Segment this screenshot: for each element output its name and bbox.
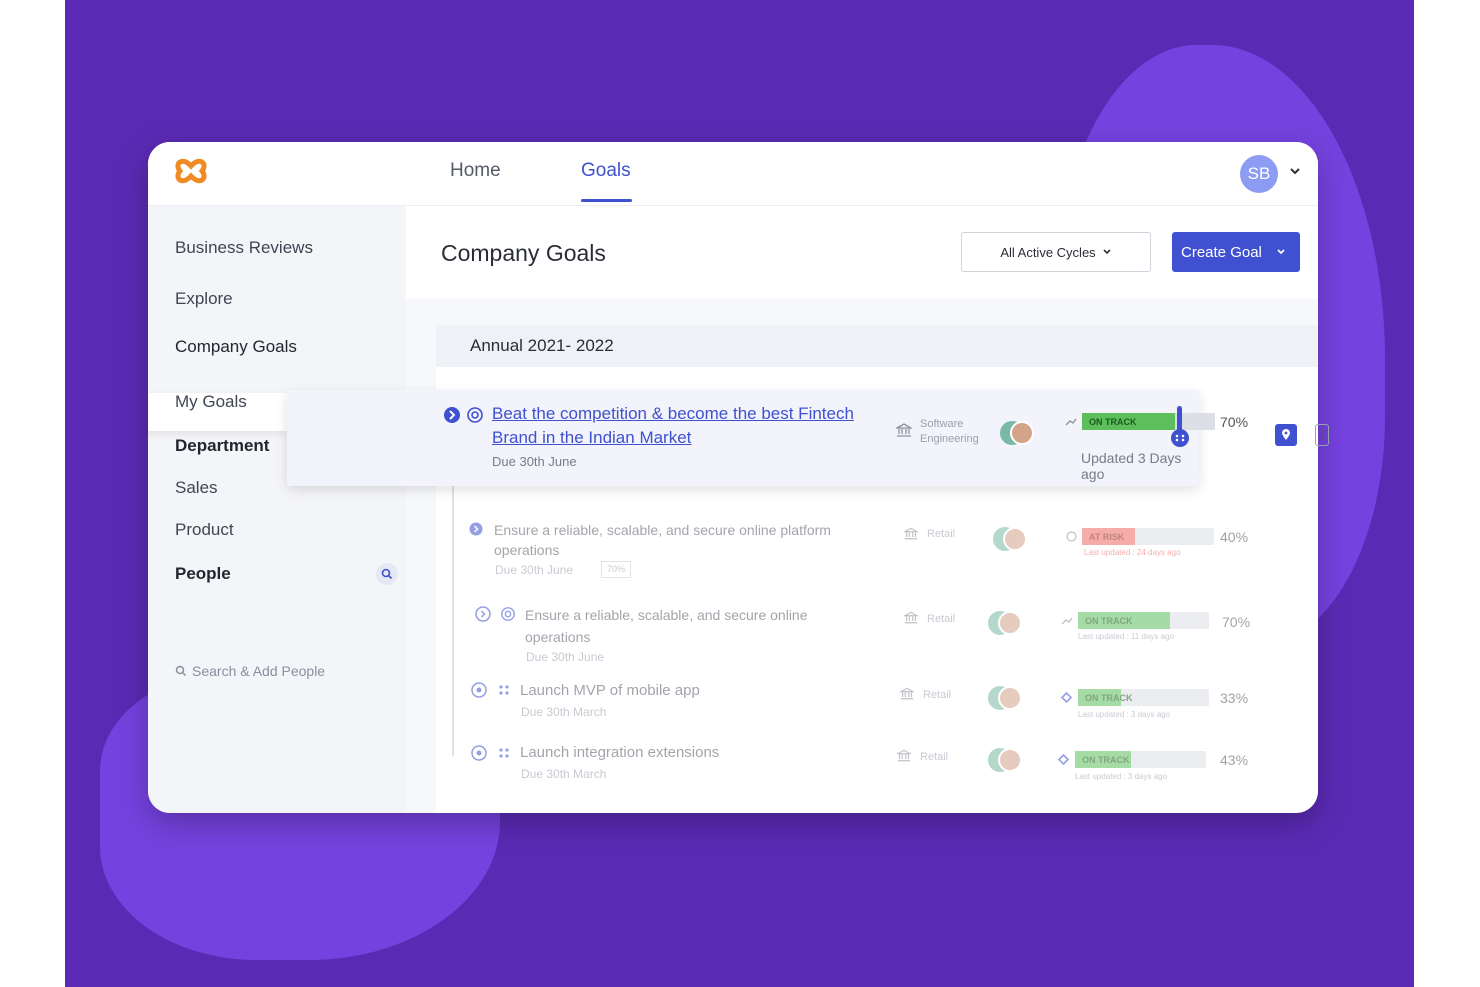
goal-title[interactable]: operations bbox=[525, 627, 590, 647]
status-badge: ON TRACK bbox=[1085, 693, 1133, 703]
expand-icon[interactable] bbox=[469, 522, 483, 536]
team-icon bbox=[900, 687, 914, 700]
progress-percent: 70% bbox=[1222, 614, 1251, 630]
owner-avatars[interactable] bbox=[988, 748, 1024, 772]
goal-due-date: Due 30th June bbox=[495, 563, 574, 577]
progress-percent: 70% bbox=[1220, 414, 1249, 430]
logo-icon[interactable] bbox=[172, 156, 210, 186]
goal-updated: Last updated : 11 days ago bbox=[1078, 632, 1174, 641]
owner-avatars[interactable] bbox=[993, 527, 1029, 551]
team-icon bbox=[904, 611, 918, 624]
status-badge: ON TRACK bbox=[1085, 616, 1133, 626]
sidebar-item-sales[interactable]: Sales bbox=[175, 478, 218, 498]
goal-team: Retail bbox=[927, 613, 956, 625]
expand-icon[interactable] bbox=[475, 606, 491, 622]
nav-active-indicator bbox=[581, 199, 632, 202]
weight-badge: 70% bbox=[601, 561, 632, 578]
goal-due-date: Due 30th March bbox=[521, 705, 607, 719]
goal-due-date: Due 30th June bbox=[526, 650, 605, 664]
team-icon bbox=[904, 527, 918, 540]
sidebar-section-department[interactable]: Department bbox=[175, 436, 269, 456]
progress-percent: 43% bbox=[1220, 752, 1249, 768]
goal-title[interactable]: Launch MVP of mobile app bbox=[520, 681, 700, 701]
search-icon bbox=[175, 665, 187, 677]
location-icon bbox=[1058, 754, 1069, 765]
chevron-down-icon[interactable] bbox=[1276, 247, 1286, 257]
owner-avatars[interactable] bbox=[988, 611, 1024, 635]
expand-icon[interactable] bbox=[471, 682, 487, 698]
cycle-group-label: Annual 2021- 2022 bbox=[470, 336, 614, 355]
goal-team: Retail bbox=[927, 528, 956, 540]
goal-updated: Last updated : 3 days ago bbox=[1078, 710, 1171, 719]
trend-icon bbox=[1065, 418, 1077, 426]
search-icon[interactable] bbox=[376, 563, 398, 585]
owner-avatars[interactable] bbox=[1000, 421, 1036, 445]
goal-due-date: Due 30th March bbox=[521, 767, 607, 781]
team-icon bbox=[896, 423, 912, 437]
goal-title[interactable]: Brand in the Indian Market bbox=[492, 426, 691, 450]
cycle-select-label: All Active Cycles bbox=[1000, 244, 1096, 260]
page-header: Company Goals All Active Cycles Create G… bbox=[406, 206, 1318, 299]
drag-handle-icon[interactable] bbox=[498, 747, 510, 759]
tree-connector bbox=[452, 486, 454, 756]
cycle-group-header[interactable]: Annual 2021- 2022 bbox=[436, 325, 1318, 367]
goal-icon bbox=[501, 607, 515, 621]
nav-goals[interactable]: Goals bbox=[581, 160, 631, 182]
progress-percent: 40% bbox=[1220, 529, 1249, 545]
chevron-down-icon[interactable] bbox=[1288, 164, 1302, 178]
goal-updated: Last updated : 3 days ago bbox=[1075, 772, 1168, 781]
create-goal-button[interactable]: Create Goal bbox=[1172, 232, 1300, 272]
chevron-down-icon bbox=[1103, 249, 1111, 255]
page-title: Company Goals bbox=[441, 240, 606, 266]
people-search-link[interactable]: Search & Add People bbox=[175, 663, 325, 679]
goal-team: Engineering bbox=[920, 433, 979, 445]
more-icon[interactable] bbox=[1315, 424, 1329, 446]
location-icon[interactable] bbox=[1275, 424, 1297, 446]
owner-avatars[interactable] bbox=[988, 686, 1024, 710]
goal-title[interactable]: Ensure a reliable, scalable, and secure … bbox=[525, 605, 808, 625]
goal-updated: Last updated : 24 days ago bbox=[1084, 548, 1181, 557]
goal-row-highlighted[interactable]: Beat the competition & become the best F… bbox=[287, 390, 1329, 486]
status-badge: ON TRACK bbox=[1089, 417, 1137, 427]
goal-title[interactable]: Ensure a reliable, scalable, and secure … bbox=[494, 520, 831, 540]
sidebar-item-business-reviews[interactable]: Business Reviews bbox=[175, 238, 313, 258]
goal-updated: Updated 3 Days ago bbox=[1081, 450, 1182, 482]
status-badge: ON TRACK bbox=[1082, 755, 1130, 765]
trend-icon bbox=[1066, 531, 1077, 542]
goal-due-date: Due 30th June bbox=[492, 454, 577, 469]
status-badge: AT RISK bbox=[1089, 532, 1125, 542]
main-content: Company Goals All Active Cycles Create G… bbox=[406, 206, 1318, 813]
goal-icon bbox=[467, 407, 483, 423]
expand-icon[interactable] bbox=[471, 745, 487, 761]
sidebar-item-product[interactable]: Product bbox=[175, 520, 234, 540]
location-icon bbox=[1061, 692, 1072, 703]
goal-title[interactable]: operations bbox=[494, 540, 559, 560]
drag-handle-icon[interactable] bbox=[498, 684, 510, 696]
sidebar-section-people[interactable]: People bbox=[175, 564, 231, 584]
people-search-label: Search & Add People bbox=[192, 663, 326, 679]
trend-icon bbox=[1061, 617, 1073, 625]
goal-team: Retail bbox=[923, 689, 952, 701]
top-bar: Home Goals SB bbox=[148, 142, 1318, 206]
progress-percent: 33% bbox=[1220, 690, 1249, 706]
goal-title[interactable]: Beat the competition & become the best F… bbox=[492, 402, 854, 426]
goal-team: Software bbox=[920, 418, 964, 430]
goal-team: Retail bbox=[920, 751, 949, 763]
sidebar-item-explore[interactable]: Explore bbox=[175, 289, 233, 309]
drag-handle-icon[interactable] bbox=[1170, 428, 1190, 448]
sidebar: Business Reviews Explore Company Goals M… bbox=[148, 206, 407, 813]
cycle-select[interactable]: All Active Cycles bbox=[961, 232, 1151, 272]
sidebar-item-my-goals[interactable]: My Goals bbox=[175, 392, 247, 412]
goal-title[interactable]: Launch integration extensions bbox=[520, 743, 719, 763]
team-icon bbox=[897, 749, 911, 762]
sidebar-item-company-goals[interactable]: Company Goals bbox=[175, 337, 297, 357]
expand-icon[interactable] bbox=[443, 406, 461, 424]
create-goal-label: Create Goal bbox=[1181, 243, 1262, 261]
user-avatar[interactable]: SB bbox=[1240, 155, 1278, 193]
nav-home[interactable]: Home bbox=[450, 160, 501, 182]
